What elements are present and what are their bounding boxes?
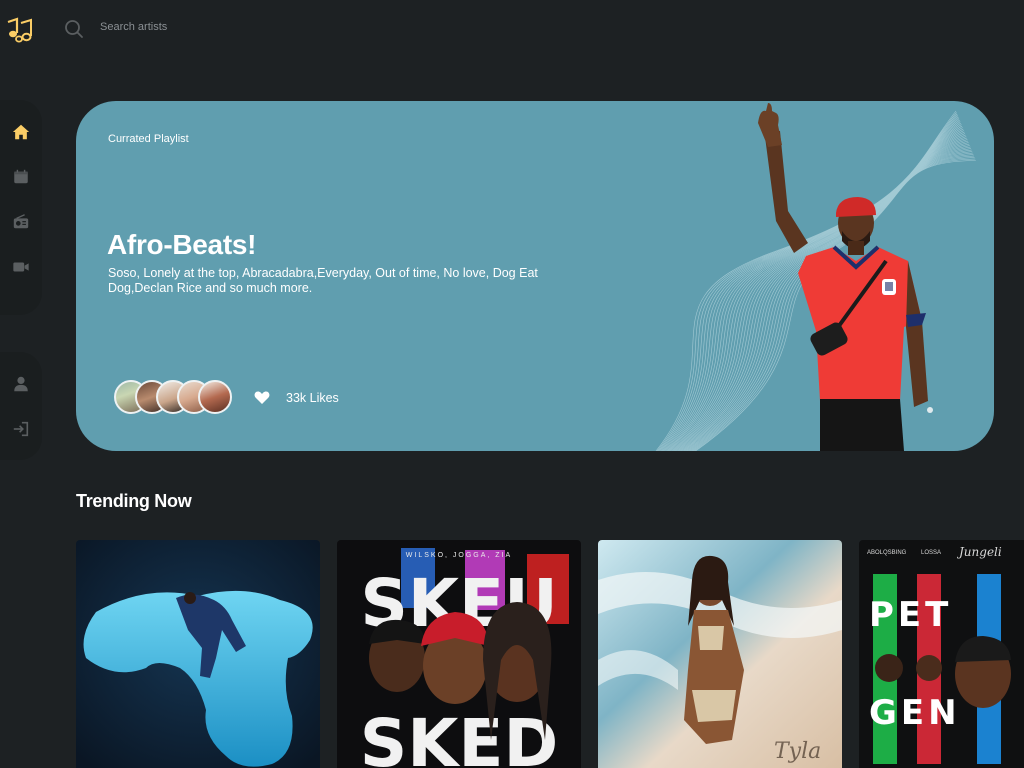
cover-title-text: SKED — [360, 705, 559, 768]
trending-card-4[interactable]: ABOLQSBING LOSSA Jungeli PET GEN — [859, 540, 1024, 768]
listener-avatars[interactable] — [114, 380, 232, 416]
app-root: Currated Playlist Afro-Beats! Soso, Lone… — [0, 0, 1024, 768]
sidebar-item-profile[interactable] — [11, 374, 31, 394]
hero-eyebrow-label: Currated Playlist — [108, 133, 189, 145]
album-cover-4: ABOLQSBING LOSSA Jungeli PET GEN — [859, 540, 1024, 768]
hero-title: Afro-Beats! — [107, 229, 257, 260]
sidebar-item-video[interactable] — [11, 257, 31, 277]
sidebar-account-nav — [0, 352, 42, 460]
album-cover-1 — [76, 540, 320, 768]
video-icon — [13, 262, 29, 272]
sidebar-main-nav — [0, 100, 42, 315]
album-cover-3: Tyla — [598, 540, 842, 768]
music-logo-icon[interactable] — [4, 14, 34, 44]
cover-artist-text: WILSKO, JOGGA, ZIA — [406, 552, 512, 559]
logout-icon — [13, 421, 29, 437]
search-input[interactable] — [100, 16, 400, 38]
sidebar-item-home[interactable] — [11, 122, 31, 142]
sidebar-item-logout[interactable] — [11, 419, 31, 439]
hero-description: Soso, Lonely at the top, Abracadabra,Eve… — [108, 266, 538, 295]
playlist-icon — [14, 169, 28, 184]
heart-icon[interactable] — [254, 390, 270, 405]
trending-card-2[interactable]: WILSKO, JOGGA, ZIA SKEU SKED — [337, 540, 581, 768]
profile-icon — [14, 376, 28, 392]
likes-count: 33k Likes — [286, 390, 339, 405]
sidebar-item-playlist[interactable] — [11, 167, 31, 187]
cover-title-text: PET — [869, 595, 952, 635]
cover-title-text: Tyla — [774, 739, 821, 764]
avatar — [198, 380, 232, 414]
hero-playlist-card[interactable]: Currated Playlist Afro-Beats! Soso, Lone… — [76, 101, 994, 451]
radio-icon — [13, 214, 29, 229]
sidebar-item-radio[interactable] — [11, 212, 31, 232]
trending-title: Trending Now — [76, 491, 192, 511]
carousel-indicator[interactable] — [927, 407, 933, 413]
album-cover-2: WILSKO, JOGGA, ZIA SKEU SKED — [337, 540, 581, 768]
cover-artist-text: ABOLQSBING — [867, 550, 907, 556]
cover-title-text: GEN — [869, 693, 961, 733]
cover-artist-text: Jungeli — [956, 545, 1002, 559]
trending-card-1[interactable] — [76, 540, 320, 768]
likes-group[interactable]: 33k Likes — [254, 390, 339, 405]
featured-artist-image — [758, 103, 928, 451]
trending-card-3[interactable]: Tyla — [598, 540, 842, 768]
cover-artist-text: LOSSA — [921, 550, 941, 556]
home-icon — [12, 124, 30, 140]
search-icon[interactable] — [64, 19, 84, 39]
